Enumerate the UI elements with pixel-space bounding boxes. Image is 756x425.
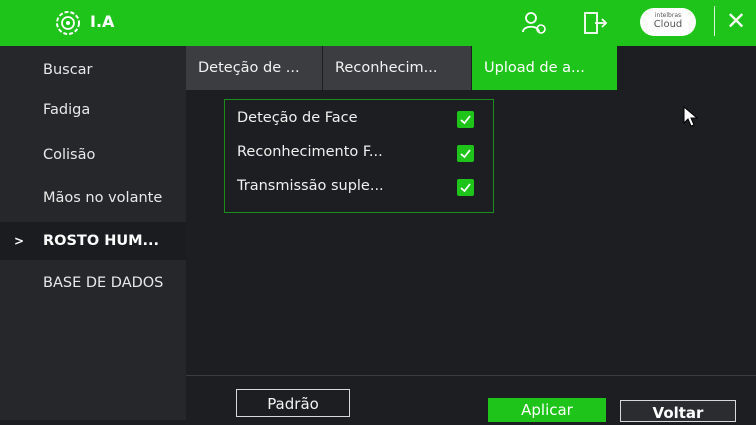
tab-label: Reconhecim... (335, 60, 438, 76)
tab-upload[interactable]: Upload de a... (472, 46, 618, 90)
mouse-cursor-icon (683, 106, 699, 127)
option-row-face-detection: Deteção de Face (237, 106, 487, 130)
option-row-transmission: Transmissão suple... (237, 174, 487, 198)
tab-bar: Deteção de ... Reconhecim... Upload de a… (186, 46, 756, 90)
sidebar-item-label: Colisão (43, 147, 96, 163)
exit-icon[interactable] (582, 10, 608, 36)
toolbar-divider (714, 6, 715, 36)
tab-label: Deteção de ... (198, 60, 300, 76)
face-recognition-checkbox[interactable] (457, 145, 474, 162)
sidebar-item-label: Buscar (43, 62, 93, 78)
active-marker-icon: > (14, 234, 25, 248)
footer-divider (186, 375, 756, 376)
tab-label: Upload de a... (484, 60, 585, 76)
top-bar: I.A intelbras Cloud ✕ (0, 0, 756, 46)
option-label: Transmissão suple... (237, 178, 384, 194)
tab-reconhecimento[interactable]: Reconhecim... (323, 46, 472, 90)
sidebar-item-buscar[interactable]: Buscar (0, 51, 186, 89)
sidebar: Buscar Fadiga Colisão Mãos no volante > … (0, 46, 186, 420)
sidebar-item-label: Fadiga (43, 102, 91, 118)
check-icon (460, 115, 471, 125)
sidebar-item-fadiga[interactable]: Fadiga (0, 91, 186, 129)
cloud-brand-label: intelbras (654, 12, 682, 19)
cloud-label: Cloud (653, 19, 683, 30)
option-row-face-recognition: Reconhecimento F... (237, 140, 487, 164)
close-icon[interactable]: ✕ (726, 6, 746, 36)
cloud-icon[interactable]: intelbras Cloud (640, 8, 696, 36)
sidebar-item-base-de-dados[interactable]: BASE DE DADOS (0, 264, 186, 302)
user-settings-icon[interactable] (521, 10, 547, 36)
options-panel: Deteção de Face Reconhecimento F... Tran… (224, 99, 494, 213)
option-label: Reconhecimento F... (237, 144, 383, 160)
sidebar-item-maos-no-volante[interactable]: Mãos no volante (0, 179, 186, 217)
apply-button[interactable]: Aplicar (488, 398, 606, 422)
transmission-checkbox[interactable] (457, 179, 474, 196)
option-label: Deteção de Face (237, 110, 358, 126)
sidebar-item-label: ROSTO HUM... (43, 233, 160, 249)
sidebar-item-label: BASE DE DADOS (43, 275, 164, 291)
brain-gear-icon (56, 11, 80, 35)
back-button[interactable]: Voltar (620, 400, 736, 422)
check-icon (460, 149, 471, 159)
face-detection-checkbox[interactable] (457, 111, 474, 128)
check-icon (460, 183, 471, 193)
default-button[interactable]: Padrão (236, 389, 350, 417)
tab-detecao[interactable]: Deteção de ... (186, 46, 323, 90)
app-title: I.A (90, 12, 115, 31)
sidebar-item-colisao[interactable]: Colisão (0, 136, 186, 174)
sidebar-item-rosto-humano[interactable]: > ROSTO HUM... (0, 222, 186, 260)
sidebar-item-label: Mãos no volante (43, 190, 163, 206)
